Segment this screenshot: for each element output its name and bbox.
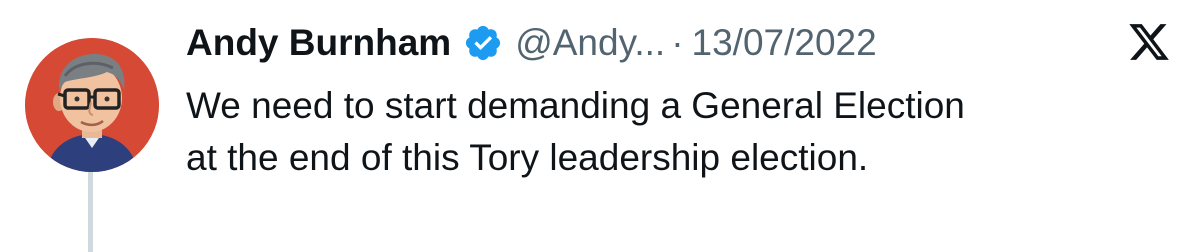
tweet-text-line: We need to start demanding a General Ele… — [186, 85, 965, 126]
author-handle[interactable]: @Andy... — [515, 15, 665, 71]
tweet-text: We need to start demanding a General Ele… — [186, 80, 1176, 184]
author-avatar[interactable] — [25, 38, 159, 172]
meta-separator: · — [671, 22, 684, 63]
author-name[interactable]: Andy Burnham — [186, 15, 451, 71]
thread-connector-line — [88, 172, 93, 252]
tweet-date[interactable]: 13/07/2022 — [692, 15, 877, 71]
x-logo-icon[interactable] — [1127, 20, 1171, 64]
tweet-header: Andy Burnham @Andy... · 13/07/2022 — [186, 15, 877, 71]
verified-badge-icon — [463, 23, 503, 63]
avatar-illustration — [25, 38, 159, 172]
tweet-text-line: at the end of this Tory leadership elect… — [186, 137, 869, 178]
